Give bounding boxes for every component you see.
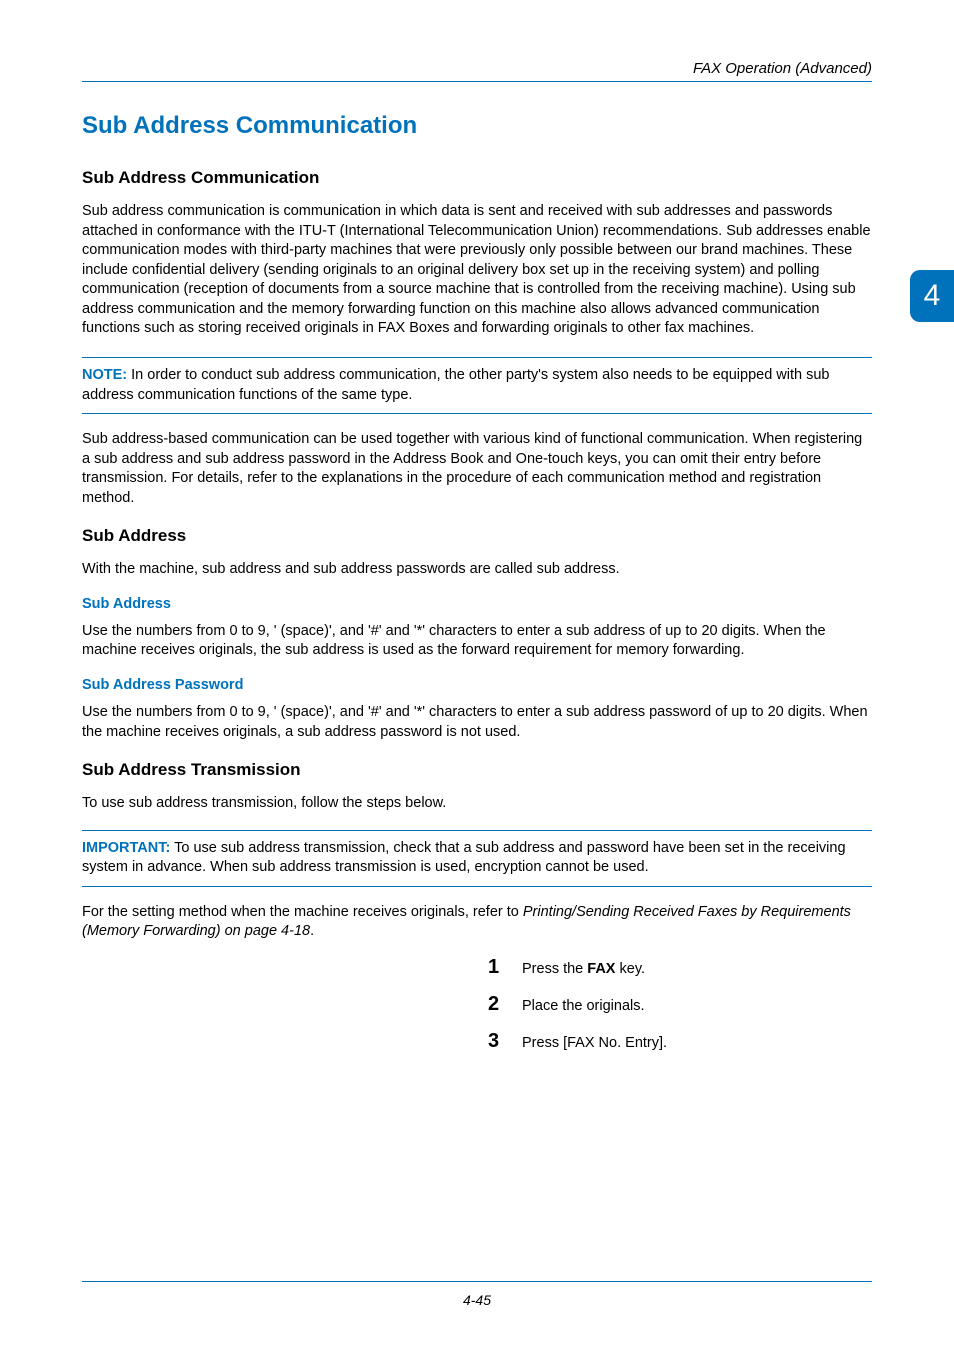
- step-text: Press the FAX key.: [522, 961, 645, 977]
- step-row: 1 Press the FAX key.: [488, 956, 872, 979]
- step-row: 3 Press [FAX No. Entry].: [488, 1030, 872, 1053]
- step-number: 3: [488, 1030, 522, 1053]
- subheading-sub-address-password: Sub Address Password: [82, 677, 872, 693]
- paragraph-reference: For the setting method when the machine …: [82, 903, 872, 942]
- subheading-sub-address: Sub Address: [82, 596, 872, 612]
- ref-lead: For the setting method when the machine …: [82, 904, 523, 920]
- step-row: 2 Place the originals.: [488, 993, 872, 1016]
- step-number: 2: [488, 993, 522, 1016]
- paragraph-transmission-intro: To use sub address transmission, follow …: [82, 794, 872, 814]
- step-pre: Press [FAX No. Entry].: [522, 1035, 667, 1051]
- paragraph-after-note: Sub address-based communication can be u…: [82, 430, 872, 508]
- step-text: Place the originals.: [522, 998, 645, 1014]
- header-rule: [82, 81, 872, 82]
- step-bold: FAX: [587, 961, 615, 977]
- important-body: To use sub address transmission, check t…: [82, 840, 846, 876]
- steps-list: 1 Press the FAX key. 2 Place the origina…: [488, 956, 872, 1053]
- note-body: In order to conduct sub address communic…: [82, 367, 830, 403]
- section-heading-main: Sub Address Communication: [82, 112, 872, 140]
- heading-sub-address-transmission: Sub Address Transmission: [82, 760, 872, 780]
- important-label: IMPORTANT:: [82, 840, 170, 856]
- heading-sub-address: Sub Address: [82, 526, 872, 546]
- step-pre: Place the originals.: [522, 998, 645, 1014]
- note-text: NOTE: In order to conduct sub address co…: [82, 367, 830, 403]
- paragraph-sub-address-detail: Use the numbers from 0 to 9, ' (space)',…: [82, 622, 872, 661]
- paragraph-sub-address-password: Use the numbers from 0 to 9, ' (space)',…: [82, 703, 872, 742]
- footer-rule: [82, 1281, 872, 1282]
- step-pre: Press the: [522, 961, 587, 977]
- ref-tail: .: [310, 923, 314, 939]
- note-block: NOTE: In order to conduct sub address co…: [82, 357, 872, 414]
- page-number: 4-45: [0, 1292, 954, 1308]
- important-text: IMPORTANT: To use sub address transmissi…: [82, 840, 846, 876]
- chapter-tab: 4: [910, 270, 954, 322]
- paragraph-intro: Sub address communication is communicati…: [82, 202, 872, 339]
- page-header: FAX Operation (Advanced): [82, 60, 872, 82]
- step-text: Press [FAX No. Entry].: [522, 1035, 667, 1051]
- paragraph-sub-address-intro: With the machine, sub address and sub ad…: [82, 560, 872, 580]
- step-number: 1: [488, 956, 522, 979]
- step-post: key.: [615, 961, 645, 977]
- heading-sub-address-communication: Sub Address Communication: [82, 168, 872, 188]
- important-block: IMPORTANT: To use sub address transmissi…: [82, 830, 872, 887]
- header-title: FAX Operation (Advanced): [82, 60, 872, 77]
- note-label: NOTE:: [82, 367, 127, 383]
